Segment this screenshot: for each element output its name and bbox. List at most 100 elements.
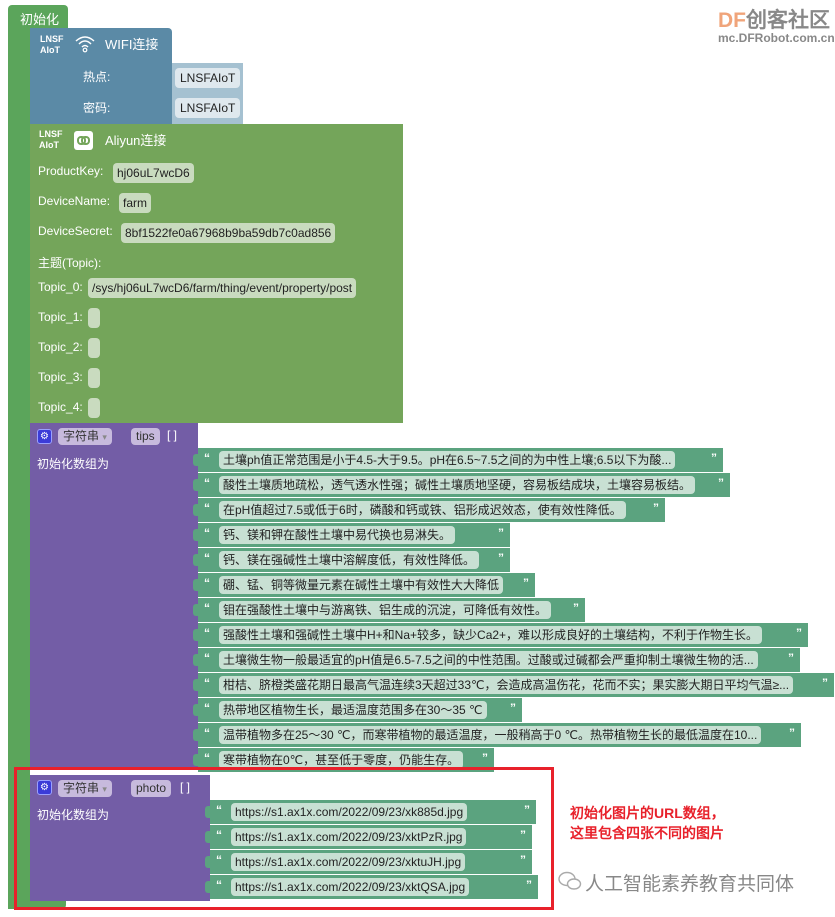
connector-notch <box>193 604 198 616</box>
connector-notch <box>193 479 198 491</box>
string-item[interactable]: “ 钙、镁和钾在酸性土壤中易代换也易淋失。 ” <box>193 523 510 547</box>
connector-notch <box>193 704 198 716</box>
connector-notch <box>193 654 198 666</box>
badge-line2: AIoT <box>40 45 60 55</box>
string-item[interactable]: “ 土壤微生物一般最适宜的pH值是6.5-7.5之间的中性范围。过酸或过碱都会严重… <box>193 648 800 672</box>
product-key-field[interactable]: hj06uL7wcD6 <box>113 163 194 183</box>
open-quote-icon: “ <box>204 576 210 590</box>
connector-notch <box>193 754 198 766</box>
type-dropdown[interactable]: 字符串 ▾ <box>58 428 112 445</box>
topic-0-field[interactable]: /sys/hj06uL7wcD6/farm/thing/event/proper… <box>88 278 357 298</box>
topic-4-label: Topic_4: <box>38 400 83 414</box>
string-item[interactable]: “ 硼、锰、铜等微量元素在碱性土壤中有效性大大降低 ” <box>193 573 535 597</box>
open-quote-icon: “ <box>204 626 210 640</box>
string-item[interactable]: “ 土壤ph值正常范围是小于4.5-大于9.5。pH在6.5~7.5之间的为中性上… <box>193 448 723 472</box>
annotation-line1: 初始化图片的URL数组， <box>570 805 725 821</box>
hotspot-field[interactable]: LNSFAIoT <box>175 68 241 88</box>
close-quote-icon: ” <box>822 676 828 690</box>
string-item[interactable]: “ 酸性土壤质地疏松，透气透水性强；碱性土壤质地坚硬，容易板结成块，土壤容易板结。… <box>193 473 730 497</box>
close-quote-icon: ” <box>498 526 504 540</box>
open-quote-icon: “ <box>204 451 210 465</box>
topic-1-field[interactable] <box>88 308 100 328</box>
open-quote-icon: “ <box>204 701 210 715</box>
logo-cn: 创客社区 <box>746 9 830 32</box>
wifi-title: WIFI连接 <box>105 37 159 52</box>
logo-df: DF <box>718 9 746 32</box>
open-quote-icon: “ <box>204 676 210 690</box>
product-key-label: ProductKey: <box>38 164 104 178</box>
topic-3-label: Topic_3: <box>38 370 83 384</box>
wechat-icon <box>558 870 582 897</box>
close-quote-icon: ” <box>796 626 802 640</box>
init-label: 初始化 <box>20 12 60 27</box>
topic-2-label: Topic_2: <box>38 340 83 354</box>
wifi-connect-block[interactable]: LNSF AIoT WIFI连接 热点: 密码: <box>30 28 172 124</box>
device-secret-field[interactable]: 8bf1522fe0a67968b9ba59db7c0ad856 <box>121 223 336 243</box>
open-quote-icon: “ <box>204 476 210 490</box>
close-quote-icon: ” <box>789 726 795 740</box>
badge-line2: AIoT <box>39 140 59 150</box>
device-name-field[interactable]: farm <box>119 193 151 213</box>
watermark-text: 人工智能素养教育共同体 <box>585 874 795 895</box>
string-item[interactable]: “ 温带植物多在25～30 ℃，而寒带植物的最适温度，一般稍高于0 ℃。热带植物生… <box>193 723 801 747</box>
close-quote-icon: ” <box>573 601 579 615</box>
init-array-label: 初始化数组为 <box>37 457 110 471</box>
string-value[interactable]: 钼在强酸性土壤中与游离铁、铝生成的沉淀，可降低有效性。 <box>219 601 552 619</box>
badge-line1: LNSF <box>39 129 63 139</box>
connector-notch <box>193 504 198 516</box>
string-value[interactable]: 在pH值超过7.5或低于6时，磷酸和钙或铁、铝形成迟效态，使有效性降低。 <box>219 501 626 519</box>
array-name-field[interactable]: tips <box>131 428 160 445</box>
topic-3-field[interactable] <box>88 368 100 388</box>
aliyun-connect-block[interactable]: LNSF AIoT Aliyun连接 ProductKey: hj06uL7wcD… <box>30 124 403 423</box>
string-item[interactable]: “ 强酸性土壤和强碱性土壤中H+和Na+较多，缺少Ca2+，难以形成良好的土壤结构… <box>193 623 808 647</box>
string-value[interactable]: 土壤微生物一般最适宜的pH值是6.5-7.5之间的中性范围。过酸或过碱都会严重抑… <box>219 651 758 669</box>
device-name-label: DeviceName: <box>38 194 111 208</box>
string-value[interactable]: 钙、镁在强碱性土壤中溶解度低，有效性降低。 <box>219 551 480 569</box>
connector-notch <box>193 629 198 641</box>
close-quote-icon: ” <box>653 501 659 515</box>
tips-array-block[interactable]: ⚙ 字符串 ▾ tips [ ] 初始化数组为 <box>30 423 198 768</box>
topic-2-field[interactable] <box>88 338 100 358</box>
string-item[interactable]: “ 钼在强酸性土壤中与游离铁、铝生成的沉淀，可降低有效性。 ” <box>193 598 585 622</box>
brackets: [ ] <box>167 428 178 442</box>
init-block-header[interactable]: 初始化 <box>8 5 68 29</box>
close-quote-icon: ” <box>523 576 529 590</box>
string-value[interactable]: 土壤ph值正常范围是小于4.5-大于9.5。pH在6.5~7.5之间的为中性上壤… <box>219 451 676 469</box>
dropdown-arrow-icon: ▾ <box>102 432 107 442</box>
open-quote-icon: “ <box>204 601 210 615</box>
string-value[interactable]: 温带植物多在25～30 ℃，而寒带植物的最适温度，一般稍高于0 ℃。热带植物生长… <box>219 726 762 744</box>
close-quote-icon: ” <box>711 451 717 465</box>
string-value[interactable]: 强酸性土壤和强碱性土壤中H+和Na+较多，缺少Ca2+，难以形成良好的土壤结构，… <box>219 626 763 644</box>
lnsf-badge: LNSF AIoT <box>39 129 63 151</box>
string-value[interactable]: 钙、镁和钾在酸性土壤中易代换也易淋失。 <box>219 526 456 544</box>
gear-icon[interactable]: ⚙ <box>37 429 52 444</box>
open-quote-icon: “ <box>204 651 210 665</box>
open-quote-icon: “ <box>204 526 210 540</box>
connector-notch <box>193 579 198 591</box>
aliyun-title: Aliyun连接 <box>105 133 167 148</box>
lnsf-badge: LNSF AIoT <box>40 34 64 56</box>
open-quote-icon: “ <box>204 501 210 515</box>
highlight-box <box>14 767 554 910</box>
string-value[interactable]: 热带地区植物生长，最适温度范围多在30～35 ℃ <box>219 701 487 719</box>
string-item[interactable]: “ 热带地区植物生长，最适温度范围多在30～35 ℃ ” <box>193 698 522 722</box>
type-value: 字符串 <box>63 429 100 443</box>
annotation: 初始化图片的URL数组， 这里包含四张不同的图片 <box>570 803 725 843</box>
string-value[interactable]: 硼、锰、铜等微量元素在碱性土壤中有效性大大降低 <box>219 576 504 594</box>
string-item[interactable]: “ 钙、镁在强碱性土壤中溶解度低，有效性降低。 ” <box>193 548 510 572</box>
string-item[interactable]: “ 柑桔、脐橙类盛花期日最高气温连续3天超过33℃，会造成高温伤花，花而不实；果实… <box>193 673 834 697</box>
close-quote-icon: ” <box>510 701 516 715</box>
open-quote-icon: “ <box>204 551 210 565</box>
close-quote-icon: ” <box>482 751 488 765</box>
topic-1-label: Topic_1: <box>38 310 83 324</box>
badge-line1: LNSF <box>40 34 64 44</box>
string-item[interactable]: “ 在pH值超过7.5或低于6时，磷酸和钙或铁、铝形成迟效态，使有效性降低。 ” <box>193 498 665 522</box>
string-value[interactable]: 酸性土壤质地疏松，透气透水性强；碱性土壤质地坚硬，容易板结成块，土壤容易板结。 <box>219 476 696 494</box>
logo-url: mc.DFRobot.com.cn <box>718 31 835 45</box>
string-value[interactable]: 柑桔、脐橙类盛花期日最高气温连续3天超过33℃，会造成高温伤花，花而不实；果实膨… <box>219 676 794 694</box>
link-icon <box>74 131 93 150</box>
password-field[interactable]: LNSFAIoT <box>175 98 241 118</box>
password-label: 密码: <box>83 101 111 115</box>
connector-notch <box>193 729 198 741</box>
topic-4-field[interactable] <box>88 398 100 418</box>
